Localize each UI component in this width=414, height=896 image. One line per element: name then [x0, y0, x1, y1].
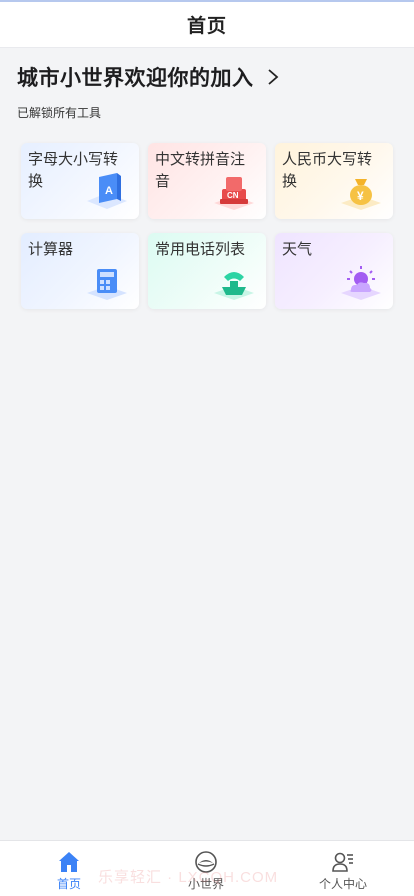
- tab-small-world[interactable]: 小世界: [166, 841, 246, 896]
- svg-text:A: A: [105, 185, 113, 197]
- money-bag-icon: ¥: [341, 179, 381, 210]
- welcome-link[interactable]: 城市小世界欢迎你的加入: [17, 62, 280, 92]
- tab-home[interactable]: 首页: [29, 841, 109, 896]
- calculator-icon: [87, 269, 127, 300]
- tab-label: 小世界: [187, 877, 224, 891]
- tab-label: 首页: [56, 877, 81, 891]
- cn-stamp-icon: CN: [214, 177, 254, 210]
- tool-card-weather[interactable]: 天气: [275, 233, 393, 309]
- tool-card-rmb-uppercase[interactable]: 人民币大写转换 ¥: [275, 143, 393, 219]
- letter-a-icon: A: [87, 173, 127, 209]
- weather-icon: [341, 266, 381, 300]
- svg-text:CN: CN: [227, 191, 239, 200]
- svg-text:¥: ¥: [357, 189, 364, 203]
- tool-card-letter-case[interactable]: 字母大小写转换 A: [21, 143, 139, 219]
- tab-profile[interactable]: 个人中心: [303, 841, 383, 896]
- tool-card-pinyin[interactable]: 中文转拼音注音 CN: [148, 143, 266, 219]
- unlock-subtitle: 已解锁所有工具: [17, 106, 102, 120]
- tab-label: 个人中心: [318, 877, 367, 891]
- nav-bar: 首页: [0, 2, 414, 48]
- user-list-icon: [332, 852, 353, 872]
- home-icon: [59, 852, 79, 872]
- phone-icon: [214, 272, 254, 300]
- welcome-text: 城市小世界欢迎你的加入: [17, 66, 254, 90]
- chevron-right-icon: [267, 69, 278, 85]
- bottom-tab-bar: 首页 小世界 个人中心: [0, 840, 414, 896]
- planet-icon: [195, 851, 217, 873]
- tool-card-calculator[interactable]: 计算器: [21, 233, 139, 309]
- page-title: 首页: [186, 16, 227, 37]
- tool-card-phone-list[interactable]: 常用电话列表: [148, 233, 266, 309]
- tool-grid: 字母大小写转换 A 中文转拼音注音 CN 人民币大写转换 ¥ 计算器 常用电话列…: [21, 143, 393, 309]
